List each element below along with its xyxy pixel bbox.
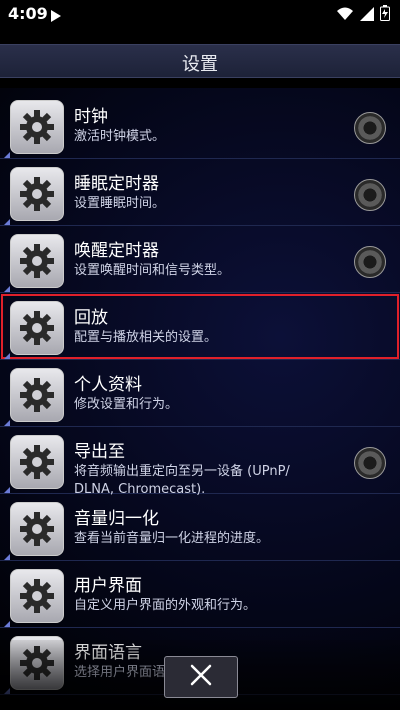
status-bar: 4:09 [0,0,400,28]
settings-item[interactable]: 用户界面自定义用户界面的外观和行为。 [0,561,400,628]
settings-item-title: 导出至 [74,442,125,462]
status-time: 4:09 [8,4,48,23]
settings-list[interactable]: 时钟激活时钟模式。睡眠定时器设置睡眠时间。唤醒定时器设置唤醒时间和信号类型。回放… [0,88,400,710]
settings-item-title: 个人资料 [74,375,142,395]
page-title: 设置 [182,54,218,75]
settings-item-subtitle: 修改设置和行为。 [74,397,179,412]
settings-item-subtitle: 设置唤醒时间和信号类型。 [74,263,231,278]
toggle-radio-button[interactable] [354,179,386,211]
battery-charging-icon [380,5,390,25]
status-icons [336,5,390,25]
close-button[interactable] [164,656,238,698]
submenu-corner-indicator [4,420,10,426]
settings-item-subtitle: 设置睡眠时间。 [74,196,166,211]
close-icon [189,663,213,691]
settings-item[interactable]: 导出至 将音频输出重定向至另一设备 (UPnP/ DLNA, Chromecast… [0,427,400,497]
submenu-corner-indicator [4,554,10,560]
settings-item[interactable]: 时钟 激活时钟模式。 [0,92,400,159]
settings-item-title: 唤醒定时器 [74,241,159,261]
play-icon [50,7,62,26]
toggle-radio-button[interactable] [354,246,386,278]
header-bar: 设置 [0,44,400,78]
wifi-icon [336,6,354,25]
settings-item-subtitle: 激活时钟模式。 [74,129,166,144]
submenu-corner-indicator [4,219,10,225]
submenu-corner-indicator [4,152,10,158]
gear-icon [10,167,64,221]
submenu-corner-indicator [4,353,10,359]
settings-item-title: 回放 [74,308,108,328]
toggle-radio-button[interactable] [354,447,386,479]
settings-item-subtitle: 配置与播放相关的设置。 [74,330,218,345]
settings-item-title: 用户界面 [74,576,142,596]
settings-item-title: 时钟 [74,107,108,127]
settings-item[interactable]: 回放配置与播放相关的设置。 [0,293,400,360]
gear-icon [10,234,64,288]
signal-icon [360,6,374,25]
submenu-corner-indicator [4,621,10,627]
submenu-corner-indicator [4,487,10,493]
settings-item[interactable]: 个人资料修改设置和行为。 [0,360,400,427]
gear-icon [10,368,64,422]
settings-item[interactable]: 睡眠定时器设置睡眠时间。 [0,159,400,226]
gear-icon [10,301,64,355]
settings-item[interactable]: 唤醒定时器设置唤醒时间和信号类型。 [0,226,400,293]
gear-icon [10,502,64,556]
toggle-radio-button[interactable] [354,112,386,144]
gear-icon [10,100,64,154]
gear-icon [10,435,64,489]
settings-item-subtitle: 自定义用户界面的外观和行为。 [74,598,257,613]
settings-item[interactable]: 音量归一化查看当前音量归一化进程的进度。 [0,494,400,561]
settings-item-title: 音量归一化 [74,509,159,529]
settings-item-title: 睡眠定时器 [74,174,159,194]
gear-icon [10,569,64,623]
settings-item-subtitle: 查看当前音量归一化进程的进度。 [74,531,270,546]
submenu-corner-indicator [4,286,10,292]
